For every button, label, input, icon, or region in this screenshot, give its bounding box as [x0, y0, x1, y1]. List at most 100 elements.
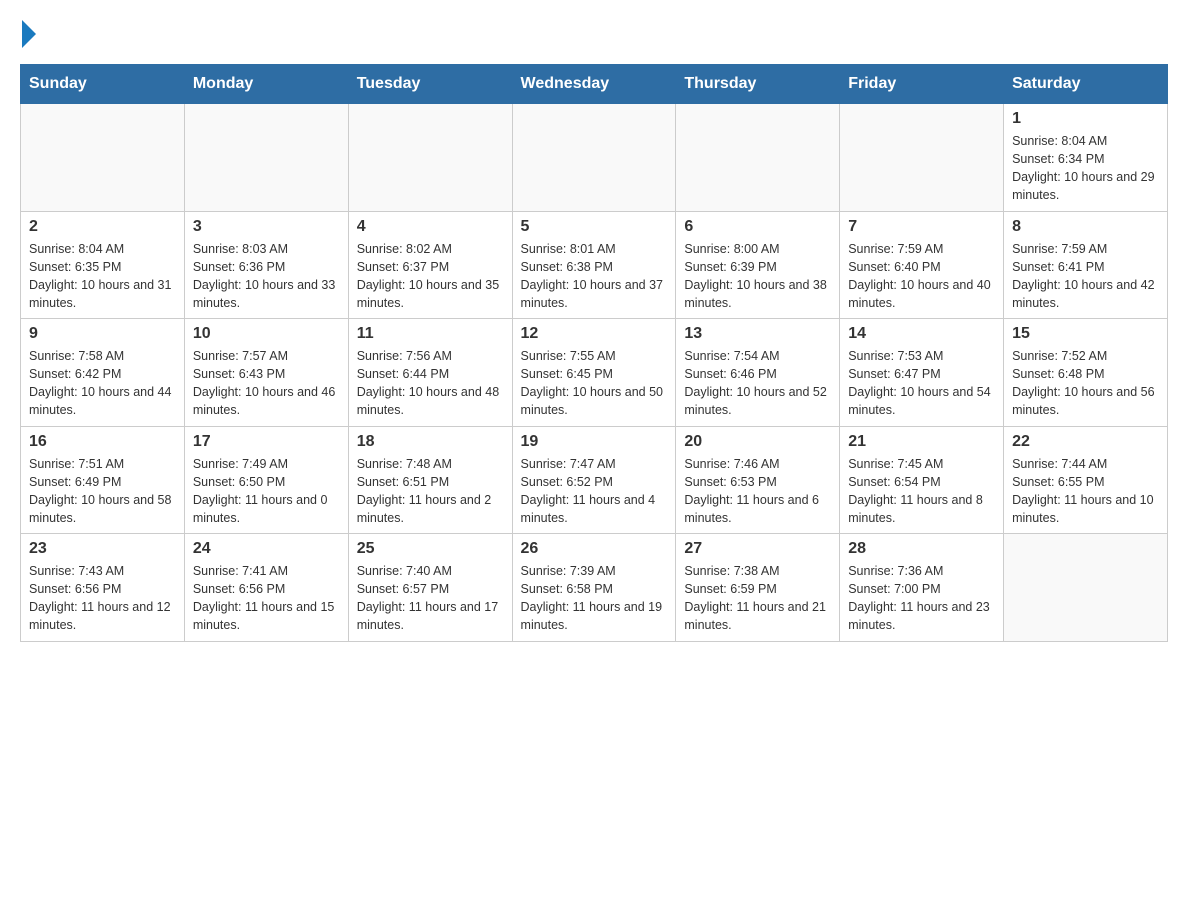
calendar-cell: 12 Sunrise: 7:55 AM Sunset: 6:45 PM Dayli… — [512, 319, 676, 427]
day-info: Sunrise: 7:58 AM Sunset: 6:42 PM Dayligh… — [29, 347, 176, 420]
day-info: Sunrise: 7:59 AM Sunset: 6:41 PM Dayligh… — [1012, 240, 1159, 313]
calendar-cell — [676, 104, 840, 212]
day-info: Sunrise: 7:57 AM Sunset: 6:43 PM Dayligh… — [193, 347, 340, 420]
day-info: Sunrise: 8:00 AM Sunset: 6:39 PM Dayligh… — [684, 240, 831, 313]
day-info: Sunrise: 8:01 AM Sunset: 6:38 PM Dayligh… — [521, 240, 668, 313]
day-info: Sunrise: 7:36 AM Sunset: 7:00 PM Dayligh… — [848, 562, 995, 635]
calendar-cell: 17Sunrise: 7:49 AM Sunset: 6:50 PM Dayli… — [184, 426, 348, 534]
calendar-cell — [348, 104, 512, 212]
calendar-cell: 28 Sunrise: 7:36 AM Sunset: 7:00 PM Dayli… — [840, 534, 1004, 642]
calendar-cell: 21 Sunrise: 7:45 AM Sunset: 6:54 PM Dayli… — [840, 426, 1004, 534]
day-number: 25 — [357, 540, 504, 558]
day-info: Sunrise: 8:02 AM Sunset: 6:37 PM Dayligh… — [357, 240, 504, 313]
weekday-header-row: SundayMondayTuesdayWednesdayThursdayFrid… — [21, 65, 1168, 104]
day-info: Sunrise: 7:49 AM Sunset: 6:50 PM Dayligh… — [193, 455, 340, 528]
day-info: Sunrise: 7:40 AM Sunset: 6:57 PM Dayligh… — [357, 562, 504, 635]
logo-blue-part — [20, 20, 38, 48]
calendar-cell: 4 Sunrise: 8:02 AM Sunset: 6:37 PM Daylig… — [348, 211, 512, 319]
page-header — [20, 20, 1168, 48]
calendar-cell — [1004, 534, 1168, 642]
calendar-cell — [840, 104, 1004, 212]
day-number: 15 — [1012, 325, 1159, 343]
weekday-header-tuesday: Tuesday — [348, 65, 512, 104]
day-info: Sunrise: 7:44 AM Sunset: 6:55 PM Dayligh… — [1012, 455, 1159, 528]
day-number: 24 — [193, 540, 340, 558]
day-number: 13 — [684, 325, 831, 343]
calendar-cell: 23 Sunrise: 7:43 AM Sunset: 6:56 PM Dayli… — [21, 534, 185, 642]
week-row-1: 1 Sunrise: 8:04 AM Sunset: 6:34 PM Daylig… — [21, 104, 1168, 212]
week-row-5: 23 Sunrise: 7:43 AM Sunset: 6:56 PM Dayli… — [21, 534, 1168, 642]
calendar-cell: 16 Sunrise: 7:51 AM Sunset: 6:49 PM Dayli… — [21, 426, 185, 534]
day-info: Sunrise: 7:53 AM Sunset: 6:47 PM Dayligh… — [848, 347, 995, 420]
calendar-cell — [512, 104, 676, 212]
calendar-cell: 27 Sunrise: 7:38 AM Sunset: 6:59 PM Dayli… — [676, 534, 840, 642]
calendar-cell: 14Sunrise: 7:53 AM Sunset: 6:47 PM Dayli… — [840, 319, 1004, 427]
calendar-cell: 7 Sunrise: 7:59 AM Sunset: 6:40 PM Daylig… — [840, 211, 1004, 319]
day-info: Sunrise: 7:54 AM Sunset: 6:46 PM Dayligh… — [684, 347, 831, 420]
day-number: 8 — [1012, 218, 1159, 236]
weekday-header-wednesday: Wednesday — [512, 65, 676, 104]
calendar-cell: 11Sunrise: 7:56 AM Sunset: 6:44 PM Dayli… — [348, 319, 512, 427]
weekday-header-thursday: Thursday — [676, 65, 840, 104]
day-number: 21 — [848, 433, 995, 451]
calendar-cell: 8 Sunrise: 7:59 AM Sunset: 6:41 PM Daylig… — [1004, 211, 1168, 319]
calendar-table: SundayMondayTuesdayWednesdayThursdayFrid… — [20, 64, 1168, 642]
calendar-cell: 19 Sunrise: 7:47 AM Sunset: 6:52 PM Dayli… — [512, 426, 676, 534]
day-number: 12 — [521, 325, 668, 343]
day-number: 22 — [1012, 433, 1159, 451]
day-info: Sunrise: 7:48 AM Sunset: 6:51 PM Dayligh… — [357, 455, 504, 528]
logo — [20, 20, 38, 48]
calendar-cell: 2Sunrise: 8:04 AM Sunset: 6:35 PM Daylig… — [21, 211, 185, 319]
day-info: Sunrise: 7:59 AM Sunset: 6:40 PM Dayligh… — [848, 240, 995, 313]
calendar-cell: 15 Sunrise: 7:52 AM Sunset: 6:48 PM Dayli… — [1004, 319, 1168, 427]
day-number: 9 — [29, 325, 176, 343]
day-info: Sunrise: 7:52 AM Sunset: 6:48 PM Dayligh… — [1012, 347, 1159, 420]
day-number: 3 — [193, 218, 340, 236]
calendar-body: 1 Sunrise: 8:04 AM Sunset: 6:34 PM Daylig… — [21, 104, 1168, 642]
calendar-cell: 18 Sunrise: 7:48 AM Sunset: 6:51 PM Dayli… — [348, 426, 512, 534]
day-number: 1 — [1012, 110, 1159, 128]
day-info: Sunrise: 7:39 AM Sunset: 6:58 PM Dayligh… — [521, 562, 668, 635]
day-number: 20 — [684, 433, 831, 451]
day-number: 6 — [684, 218, 831, 236]
calendar-cell: 6 Sunrise: 8:00 AM Sunset: 6:39 PM Daylig… — [676, 211, 840, 319]
day-info: Sunrise: 7:43 AM Sunset: 6:56 PM Dayligh… — [29, 562, 176, 635]
day-info: Sunrise: 7:41 AM Sunset: 6:56 PM Dayligh… — [193, 562, 340, 635]
calendar-cell — [21, 104, 185, 212]
day-number: 18 — [357, 433, 504, 451]
calendar-cell: 25 Sunrise: 7:40 AM Sunset: 6:57 PM Dayli… — [348, 534, 512, 642]
day-number: 4 — [357, 218, 504, 236]
logo-arrow-icon — [22, 20, 36, 48]
day-number: 5 — [521, 218, 668, 236]
weekday-header-sunday: Sunday — [21, 65, 185, 104]
day-info: Sunrise: 8:04 AM Sunset: 6:35 PM Dayligh… — [29, 240, 176, 313]
calendar-cell: 5 Sunrise: 8:01 AM Sunset: 6:38 PM Daylig… — [512, 211, 676, 319]
day-number: 28 — [848, 540, 995, 558]
day-info: Sunrise: 8:04 AM Sunset: 6:34 PM Dayligh… — [1012, 132, 1159, 205]
calendar-cell: 24 Sunrise: 7:41 AM Sunset: 6:56 PM Dayli… — [184, 534, 348, 642]
calendar-header: SundayMondayTuesdayWednesdayThursdayFrid… — [21, 65, 1168, 104]
day-info: Sunrise: 7:38 AM Sunset: 6:59 PM Dayligh… — [684, 562, 831, 635]
week-row-3: 9 Sunrise: 7:58 AM Sunset: 6:42 PM Daylig… — [21, 319, 1168, 427]
calendar-cell: 20 Sunrise: 7:46 AM Sunset: 6:53 PM Dayli… — [676, 426, 840, 534]
calendar-cell: 13 Sunrise: 7:54 AM Sunset: 6:46 PM Dayli… — [676, 319, 840, 427]
day-number: 23 — [29, 540, 176, 558]
calendar-cell: 9 Sunrise: 7:58 AM Sunset: 6:42 PM Daylig… — [21, 319, 185, 427]
calendar-cell: 1 Sunrise: 8:04 AM Sunset: 6:34 PM Daylig… — [1004, 104, 1168, 212]
day-info: Sunrise: 7:45 AM Sunset: 6:54 PM Dayligh… — [848, 455, 995, 528]
calendar-cell: 3Sunrise: 8:03 AM Sunset: 6:36 PM Daylig… — [184, 211, 348, 319]
weekday-header-saturday: Saturday — [1004, 65, 1168, 104]
day-number: 27 — [684, 540, 831, 558]
day-number: 11 — [357, 325, 504, 343]
day-number: 19 — [521, 433, 668, 451]
day-number: 16 — [29, 433, 176, 451]
day-info: Sunrise: 7:47 AM Sunset: 6:52 PM Dayligh… — [521, 455, 668, 528]
day-info: Sunrise: 7:46 AM Sunset: 6:53 PM Dayligh… — [684, 455, 831, 528]
week-row-4: 16 Sunrise: 7:51 AM Sunset: 6:49 PM Dayli… — [21, 426, 1168, 534]
calendar-cell: 26 Sunrise: 7:39 AM Sunset: 6:58 PM Dayli… — [512, 534, 676, 642]
day-info: Sunrise: 7:51 AM Sunset: 6:49 PM Dayligh… — [29, 455, 176, 528]
day-number: 7 — [848, 218, 995, 236]
day-number: 26 — [521, 540, 668, 558]
week-row-2: 2Sunrise: 8:04 AM Sunset: 6:35 PM Daylig… — [21, 211, 1168, 319]
day-info: Sunrise: 7:55 AM Sunset: 6:45 PM Dayligh… — [521, 347, 668, 420]
